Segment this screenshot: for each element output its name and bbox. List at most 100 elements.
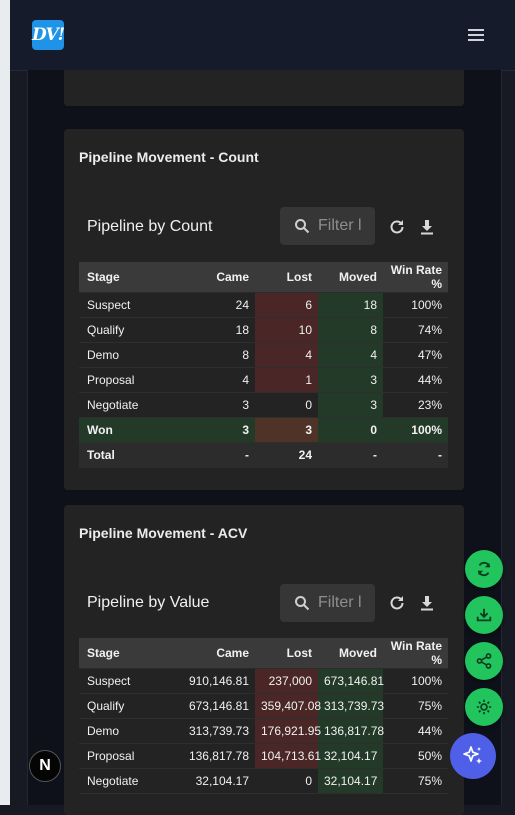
cell-lost: 104,713.61 — [255, 743, 321, 769]
search-icon — [295, 596, 310, 611]
card-title: Pipeline Movement - ACV — [79, 525, 248, 541]
cell-lost: 4 — [255, 342, 318, 368]
cell-moved: 4 — [318, 342, 383, 368]
cell-win-rate: 44% — [383, 718, 448, 744]
cell-lost: 237,000 — [255, 668, 318, 694]
cell-moved: - — [318, 442, 383, 468]
left-edge-strip — [0, 0, 10, 805]
filter-box[interactable] — [280, 584, 375, 622]
table-row-won: Won 3 3 0 100% — [79, 417, 448, 443]
pipeline-acv-card: Pipeline Movement - ACV Pipeline by Valu… — [64, 505, 464, 815]
acv-table: Stage Came Lost Moved Win Rate % Suspect… — [79, 638, 448, 794]
previous-card — [64, 70, 464, 106]
dev-tools-badge[interactable]: N — [29, 750, 61, 782]
cell-moved: 32,104.17 — [318, 743, 383, 769]
fab-share-button[interactable] — [465, 642, 503, 680]
cell-moved: 3 — [318, 367, 383, 393]
table-row: Qualify 18 10 8 74% — [79, 317, 448, 343]
cell-came: 673,146.81 — [178, 693, 255, 719]
fab-download-button[interactable] — [465, 596, 503, 634]
column-header[interactable]: Stage — [79, 262, 178, 293]
cell-win-rate: 100% — [383, 417, 448, 443]
cell-stage: Demo — [79, 718, 178, 744]
share-icon — [476, 653, 492, 669]
panel-title: Pipeline by Count — [87, 218, 213, 235]
column-header[interactable]: Lost — [255, 262, 318, 293]
column-header[interactable]: Lost — [255, 638, 318, 669]
cell-win-rate: 100% — [383, 668, 448, 694]
table-row: Proposal 136,817.78 104,713.61 32,104.17… — [79, 743, 448, 769]
app-logo[interactable]: DV! — [32, 20, 65, 50]
cell-came: 136,817.78 — [178, 743, 255, 769]
cell-lost: 6 — [255, 292, 318, 318]
cell-stage: Qualify — [79, 317, 178, 343]
sparkles-icon — [463, 746, 482, 764]
refresh-icon[interactable] — [387, 217, 407, 237]
download-icon[interactable] — [417, 593, 437, 613]
table-row: Proposal 4 1 3 44% — [79, 367, 448, 393]
column-header[interactable]: Came — [178, 262, 255, 293]
cell-moved: 3 — [318, 392, 383, 418]
cell-lost: 3 — [255, 417, 318, 443]
fab-refresh-button[interactable] — [465, 550, 503, 588]
card-title: Pipeline Movement - Count — [79, 149, 259, 165]
cell-win-rate: 100% — [383, 292, 448, 318]
cell-win-rate: 75% — [383, 693, 448, 719]
panel-title: Pipeline by Value — [87, 594, 210, 611]
cell-came: 24 — [178, 292, 255, 318]
table-header-row: Stage Came Lost Moved Win Rate % — [79, 638, 448, 669]
cell-lost: 0 — [255, 392, 318, 418]
cell-came: 4 — [178, 367, 255, 393]
cell-win-rate: 74% — [383, 317, 448, 343]
table-row: Negotiate 3 0 3 23% — [79, 392, 448, 418]
fab-theme-button[interactable] — [465, 688, 503, 726]
cell-lost: 1 — [255, 367, 318, 393]
cell-win-rate: 50% — [383, 743, 448, 769]
cell-stage: Total — [79, 442, 178, 468]
download-icon — [476, 608, 492, 622]
cell-moved: 8 — [318, 317, 383, 343]
cell-came: - — [178, 442, 255, 468]
cell-came: 18 — [178, 317, 255, 343]
cell-moved: 673,146.81 — [318, 668, 384, 694]
cell-stage: Negotiate — [79, 768, 178, 794]
cell-came: 8 — [178, 342, 255, 368]
search-icon — [295, 219, 310, 234]
cell-came: 3 — [178, 392, 255, 418]
sun-icon — [476, 699, 492, 715]
refresh-icon — [477, 561, 491, 577]
column-header[interactable]: Moved — [318, 262, 383, 293]
cell-moved: 313,739.73 — [318, 693, 384, 719]
cell-win-rate: 23% — [383, 392, 448, 418]
pipeline-count-card: Pipeline Movement - Count Pipeline by Co… — [64, 129, 464, 490]
table-row: Negotiate 32,104.17 0 32,104.17 75% — [79, 768, 448, 794]
cell-win-rate: 75% — [383, 768, 448, 794]
cell-moved: 136,817.78 — [318, 718, 384, 744]
refresh-icon[interactable] — [387, 593, 407, 613]
column-header[interactable]: Came — [178, 638, 255, 669]
column-header[interactable]: Stage — [79, 638, 178, 669]
cell-lost: 10 — [255, 317, 318, 343]
column-header[interactable]: Moved — [318, 638, 383, 669]
cell-moved: 18 — [318, 292, 383, 318]
cell-lost: 0 — [255, 768, 318, 794]
cell-moved: 32,104.17 — [318, 768, 383, 794]
hamburger-icon[interactable] — [466, 26, 486, 44]
filter-input[interactable] — [318, 217, 366, 235]
filter-input[interactable] — [318, 594, 366, 612]
ai-assistant-button[interactable] — [450, 733, 496, 779]
table-row: Suspect 24 6 18 100% — [79, 292, 448, 318]
filter-box[interactable] — [280, 207, 375, 245]
cell-came: 3 — [178, 417, 255, 443]
table-header-row: Stage Came Lost Moved Win Rate % — [79, 262, 448, 293]
cell-win-rate: 44% — [383, 367, 448, 393]
top-navbar: DV! — [10, 0, 515, 71]
cell-came: 910,146.81 — [178, 668, 255, 694]
table-row-total: Total - 24 - - — [79, 442, 448, 468]
table-row: Suspect 910,146.81 237,000 673,146.81 10… — [79, 668, 448, 694]
column-header[interactable]: Win Rate % — [383, 638, 448, 669]
cell-stage: Negotiate — [79, 392, 178, 418]
cell-win-rate: 47% — [383, 342, 448, 368]
download-icon[interactable] — [417, 217, 437, 237]
column-header[interactable]: Win Rate % — [383, 262, 448, 293]
